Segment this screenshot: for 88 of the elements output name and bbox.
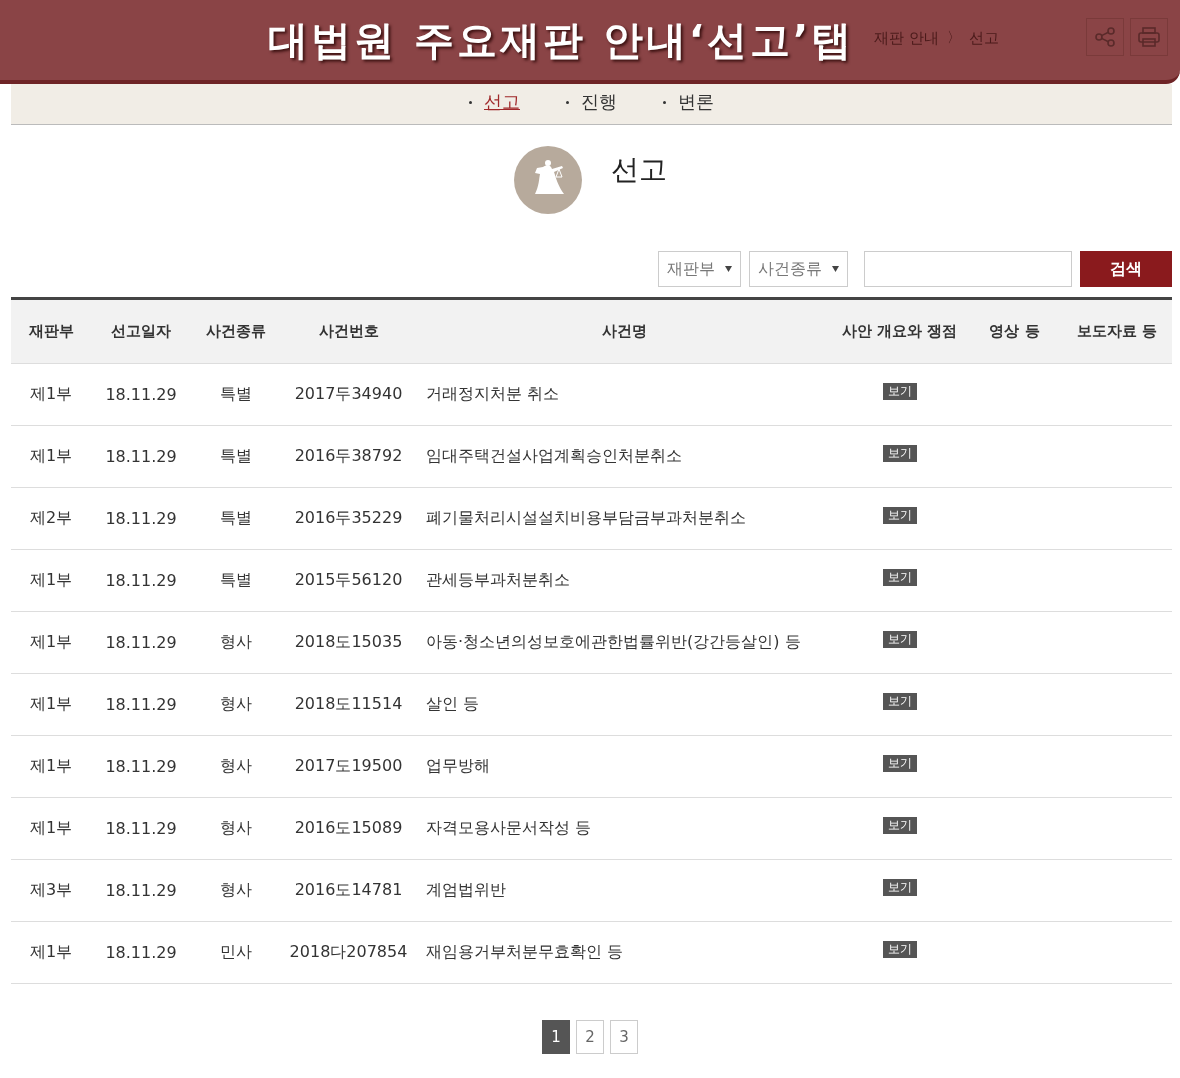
table-cell-text: 18.11.29	[104, 385, 178, 404]
search-field[interactable]	[864, 251, 1072, 287]
subtab[interactable]: 진행	[566, 90, 617, 118]
table-cell-text: 특별	[219, 570, 253, 591]
table-cell-text: 형사	[219, 818, 253, 839]
table-cell-text: 계엄법위반	[425, 880, 507, 901]
breadcrumb-separator: 〉	[947, 29, 962, 47]
column-header: 사건명	[600, 322, 648, 341]
table-cell-text: 특별	[219, 446, 253, 467]
page-link[interactable]: 3	[610, 1020, 638, 1054]
table-cell-text: 제1부	[28, 632, 74, 653]
table-cell-text: 형사	[219, 756, 253, 777]
table-cell-text: 2017도19500	[293, 756, 404, 777]
table-cell-text: 18.11.29	[104, 571, 178, 590]
table-cell-text: 2015두56120	[293, 570, 404, 591]
table-cell-text: 제1부	[28, 570, 74, 591]
column-header: 영상 등	[988, 322, 1041, 341]
table-cell-text: 제2부	[28, 508, 74, 529]
column-header: 사건번호	[317, 322, 380, 341]
print-button[interactable]	[1130, 18, 1168, 56]
table-cell-text: 18.11.29	[104, 943, 178, 962]
table-cell-text: 특별	[219, 508, 253, 529]
table-cell-text: 2016도15089	[293, 818, 404, 839]
subtab[interactable]: 변론	[663, 90, 714, 118]
table-cell-text: 폐기물처리시설설치비용부담금부과처분취소	[425, 508, 747, 529]
table-cell-text: 제1부	[28, 446, 74, 467]
view-button[interactable]: 보기	[882, 569, 917, 586]
table-cell-text: 18.11.29	[104, 819, 178, 838]
page-heading: 선고	[611, 152, 667, 188]
table-cell-text: 2016도14781	[293, 880, 404, 901]
table-cell-text: 아동·청소년의성보호에관한법률위반(강간등살인) 등	[425, 632, 802, 653]
table-cell-text: 거래정지처분 취소	[425, 384, 561, 405]
caret-icon	[725, 266, 732, 272]
column-header: 사안 개요와 쟁점	[840, 322, 959, 341]
table-cell-text: 형사	[219, 694, 253, 715]
column-header: 선고일자	[110, 322, 172, 341]
view-button[interactable]: 보기	[882, 879, 917, 896]
table-cell-text: 2018다207854	[288, 942, 409, 963]
view-button[interactable]: 보기	[882, 631, 917, 648]
emblem-icon	[513, 145, 583, 215]
table-cell-text: 제1부	[28, 942, 74, 963]
view-button[interactable]: 보기	[882, 755, 917, 772]
view-button[interactable]: 보기	[882, 693, 917, 710]
column-header: 사건종류	[205, 322, 267, 341]
table-cell-text: 18.11.29	[104, 881, 178, 900]
caret-icon	[832, 266, 839, 272]
table-cell-text: 제1부	[28, 694, 74, 715]
table-cell-text: 재임용거부처분무효확인 등	[425, 942, 625, 963]
share-icon	[1094, 26, 1116, 48]
share-button[interactable]	[1086, 18, 1124, 56]
page-link[interactable]: 2	[576, 1020, 604, 1054]
banner-title: 대법원 주요재판 안내‘선고’탭	[268, 15, 855, 65]
table-cell-text: 제3부	[28, 880, 74, 901]
table-cell-text: 민사	[219, 942, 253, 963]
view-button[interactable]: 보기	[882, 507, 917, 524]
view-button[interactable]: 보기	[882, 941, 917, 958]
table-cell-text: 자격모용사문서작성 등	[425, 818, 593, 839]
dropdown[interactable]: 재판부	[658, 251, 741, 287]
table-cell-text: 2016두35229	[293, 508, 404, 529]
column-header: 보도자료 등	[1075, 322, 1159, 341]
page-link[interactable]: 1	[542, 1020, 570, 1054]
table-cell-text: 18.11.29	[104, 695, 178, 714]
column-header: 재판부	[27, 322, 75, 341]
table-cell-text: 임대주택건설사업계획승인처분취소	[425, 446, 683, 467]
table-cell-text: 2017두34940	[293, 384, 404, 405]
table-cell-text: 살인 등	[425, 694, 481, 715]
table-cell-text: 18.11.29	[104, 509, 178, 528]
print-icon	[1137, 26, 1161, 48]
view-button[interactable]: 보기	[882, 445, 917, 462]
table-cell-text: 업무방해	[425, 756, 491, 777]
table-cell-text: 제1부	[28, 384, 74, 405]
table-cell-text: 2018도15035	[293, 632, 404, 653]
table-cell-text: 18.11.29	[104, 757, 178, 776]
subtab[interactable]: 선고	[469, 90, 520, 118]
view-button[interactable]: 보기	[882, 817, 917, 834]
table-cell-text: 18.11.29	[104, 447, 178, 466]
table-cell-text: 형사	[219, 632, 253, 653]
table-cell-text: 특별	[219, 384, 253, 405]
search-button[interactable]: 검색	[1080, 251, 1172, 287]
table-cell-text: 관세등부과처분취소	[425, 570, 571, 591]
table-cell-text: 제1부	[28, 818, 74, 839]
view-button[interactable]: 보기	[882, 383, 917, 400]
table-cell-text: 제1부	[28, 756, 74, 777]
table-cell-text: 18.11.29	[104, 633, 178, 652]
dropdown[interactable]: 사건종류	[749, 251, 848, 287]
table-cell-text: 2016두38792	[293, 446, 404, 467]
table-cell-text: 2018도11514	[293, 694, 404, 715]
table-cell-text: 형사	[219, 880, 253, 901]
